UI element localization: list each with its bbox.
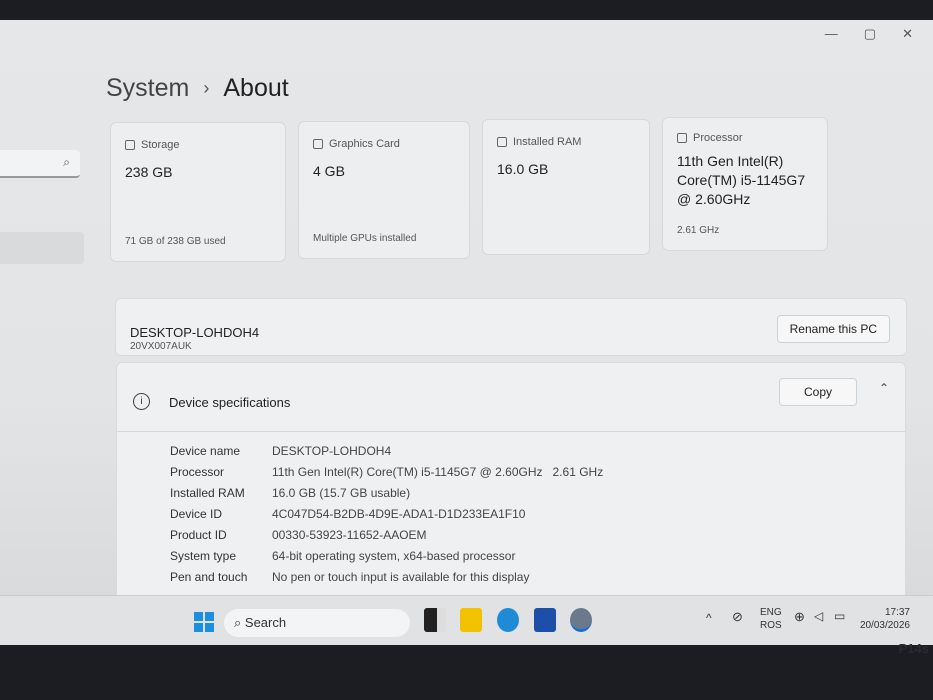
graphics-card[interactable]: Graphics Card 4 GB Multiple GPUs install… [298,121,470,259]
close-button[interactable]: ✕ [902,26,913,42]
language-indicator[interactable]: ENG ROS [760,606,782,632]
maximize-button[interactable]: ▢ [864,26,876,42]
spec-value: 16.0 GB (15.7 GB usable) [272,485,411,500]
chevron-right-icon: › [203,78,210,98]
spec-value: No pen or touch input is available for t… [272,569,530,584]
search-icon: ⌕ [234,615,245,630]
network-icon[interactable]: ⊕ [794,610,805,623]
spec-key: Device ID [170,506,223,521]
ram-icon [497,137,507,147]
spec-value: 00330-53923-11652-AAOEM [272,527,427,542]
gpu-icon [313,139,323,149]
edge-icon[interactable] [497,608,519,632]
chevron-up-icon[interactable]: ^ [706,612,712,625]
spec-key: Installed RAM [170,485,245,500]
card-sub: Multiple GPUs installed [313,233,417,244]
spec-key: System type [170,548,237,563]
spec-value: 11th Gen Intel(R) Core(TM) i5-1145G7 @ 2… [272,464,604,479]
copy-button[interactable]: Copy [778,378,857,406]
spec-key: Processor [170,464,225,479]
rename-pc-button[interactable]: Rename this PC [776,315,890,343]
spec-value: 64-bit operating system, x64-based proce… [272,548,516,563]
spec-value: 4C047D54-B2DB-4D9E-ADA1-D1D233EA1F10 [272,506,526,521]
spec-row: Device ID 4C047D54-B2DB-4D9E-ADA1-D1D233E… [170,503,603,524]
spec-row: Pen and touch No pen or touch input is av… [170,566,603,587]
cloud-offline-icon[interactable]: ⊘ [732,610,743,623]
info-icon: i [133,393,150,410]
taskbar: ⌕ Search ^ ⊘ ENG ROS ⊕ ◁ ▭ 17:37 20/03/202… [0,595,933,645]
pc-name: DESKTOP-LOHDOH4 [130,325,260,340]
spec-key: Device name [170,443,241,458]
laptop-model-label: P14s [898,641,929,656]
lang-2: ROS [760,620,782,631]
processor-card[interactable]: Processor 11th Gen Intel(R) Core(TM) i5-… [662,117,828,251]
taskbar-search[interactable]: ⌕ Search [224,609,410,637]
spec-row: Processor 11th Gen Intel(R) Core(TM) i5-1… [170,461,603,482]
spec-row: System type 64-bit operating system, x64-… [170,545,603,566]
lang-1: ENG [760,607,782,618]
task-view-icon[interactable] [424,608,446,632]
clock[interactable]: 17:37 20/03/2026 [858,606,910,632]
settings-icon[interactable] [570,608,592,632]
processor-icon [677,133,687,143]
battery-icon[interactable]: ▭ [834,610,845,623]
ram-card[interactable]: Installed RAM 16.0 GB [482,119,650,255]
breadcrumb: System › About [106,74,289,103]
spec-key: Pen and touch [170,569,248,584]
search-label: Search [244,615,287,630]
spec-row: Installed RAM 16.0 GB (15.7 GB usable) [170,482,603,503]
file-explorer-icon[interactable] [460,608,482,632]
card-label: Storage [141,139,180,151]
pc-name-panel: DESKTOP-LOHDOH4 20VX007AUK Rename this P… [115,298,907,356]
spec-key: Product ID [170,527,227,542]
device-specs-title: Device specifications [169,395,291,410]
volume-icon[interactable]: ◁ [814,610,823,623]
spec-row: Device name DESKTOP-LOHDOH4 [170,440,603,461]
card-value: 238 GB [125,164,173,180]
start-button[interactable] [194,612,214,632]
storage-icon [125,140,135,150]
store-icon[interactable] [534,608,556,632]
chevron-up-icon[interactable]: ⌃ [879,381,889,395]
card-value: 16.0 GB [497,161,549,177]
sidebar-item-selected[interactable] [0,232,84,264]
card-value: 11th Gen Intel(R) Core(TM) i5-1145G7 @ 2… [677,153,806,207]
storage-card[interactable]: Storage 238 GB 71 GB of 238 GB used [110,122,286,262]
page-title: About [223,74,289,102]
spec-row: Product ID 00330-53923-11652-AAOEM [170,524,603,545]
screen: — ▢ ✕ System › About ⌕ Storage 238 GB 71… [0,20,933,645]
specs-list: Device name DESKTOP-LOHDOH4 Processor 11th… [170,440,603,587]
card-value: 4 GB [313,163,345,179]
date: 20/03/2026 [859,620,910,631]
divider [117,431,905,432]
card-label: Processor [693,132,743,144]
time: 17:37 [884,607,910,618]
card-sub: 2.61 GHz [677,225,720,236]
window-controls: — ▢ ✕ [825,26,913,42]
card-sub: 71 GB of 238 GB used [125,236,226,247]
settings-search-input[interactable]: ⌕ [0,150,80,178]
minimize-button[interactable]: — [825,26,838,42]
pc-model: 20VX007AUK [130,341,192,352]
spec-value: DESKTOP-LOHDOH4 [272,443,392,458]
search-icon: ⌕ [63,155,70,169]
card-label: Installed RAM [513,136,582,148]
breadcrumb-system[interactable]: System [106,74,189,103]
card-label: Graphics Card [329,138,400,150]
